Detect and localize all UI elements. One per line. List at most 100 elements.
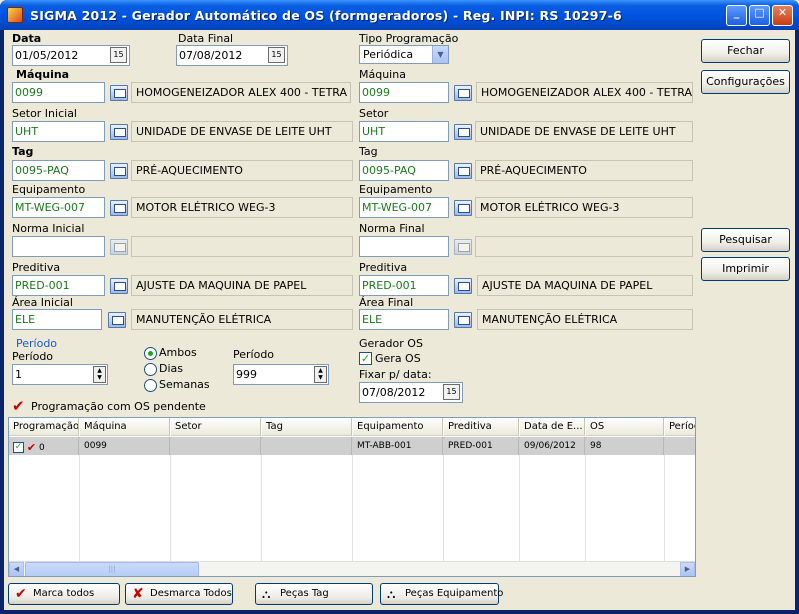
maquina-final-field[interactable]: 0099 [359, 82, 449, 103]
equipamento-final-label: Equipamento [359, 183, 433, 196]
preditiva-final-field[interactable]: PRED-001 [359, 275, 449, 296]
grid-header-preditiva[interactable]: Preditiva [444, 418, 519, 436]
grid-cell-setor [171, 437, 261, 455]
area-inicial-field[interactable]: ELE [12, 309, 102, 330]
lookup-icon[interactable] [110, 163, 128, 179]
calendar-icon[interactable]: 15 [268, 47, 285, 63]
marca-todos-button[interactable]: ✔ Marca todos [8, 583, 120, 605]
imprimir-button[interactable]: Imprimir [701, 257, 790, 281]
app-icon [7, 7, 23, 23]
data-final-label: Data Final [178, 32, 234, 45]
pecas-tag-button[interactable]: ⛬ Peças Tag [255, 583, 373, 605]
preditiva-inicial-label: Preditiva [12, 261, 61, 274]
grid-divider [664, 455, 665, 562]
tag-inicial-field[interactable]: 0095-PAQ [12, 160, 105, 181]
periodo-group-label: Período [16, 337, 58, 350]
lookup-icon[interactable] [454, 124, 472, 140]
grid-header-setor[interactable]: Setor [171, 418, 261, 436]
scroll-thumb[interactable]: ||| [25, 562, 199, 576]
lookup-icon[interactable] [454, 163, 472, 179]
scroll-left-icon[interactable]: ◀ [9, 562, 24, 576]
lookup-icon[interactable] [110, 278, 128, 294]
norma-final-desc [475, 236, 693, 257]
calendar-icon[interactable]: 15 [443, 384, 460, 400]
grid-divider [443, 455, 444, 562]
radio-ambos[interactable] [144, 347, 157, 360]
window-title: SIGMA 2012 - Gerador Automático de OS (f… [30, 8, 622, 23]
norma-final-field[interactable] [359, 236, 449, 257]
fixar-data-label: Fixar p/ data: [359, 368, 432, 381]
data-label: Data [12, 32, 42, 45]
equipamento-inicial-field[interactable]: MT-WEG-007 [12, 197, 105, 218]
grid-cell-maquina: 0099 [80, 437, 170, 455]
minimize-button[interactable]: _ [726, 5, 747, 26]
pecas-equipamento-button[interactable]: ⛬ Peças Equipamento [380, 583, 503, 605]
radio-dias-label: Dias [159, 362, 183, 375]
area-final-desc: MANUTENÇÃO ELÉTRICA [477, 309, 693, 330]
maximize-button[interactable]: □ [749, 5, 770, 26]
row-select-checkbox[interactable]: ✓ [13, 442, 24, 453]
radio-semanas[interactable] [144, 379, 157, 392]
lookup-icon[interactable] [110, 239, 128, 255]
lookup-icon[interactable] [454, 278, 472, 294]
tipo-programacao-select[interactable]: Periódica ▼ [359, 45, 449, 64]
periodo-spinner[interactable]: ▲ ▼ [93, 366, 106, 383]
grid-header-equipamento[interactable]: Equipamento [353, 418, 443, 436]
programacao-grid[interactable]: Programação Máquina Setor Tag Equipament… [8, 417, 696, 577]
grid-header-data[interactable]: Data de E... [520, 418, 585, 436]
setor-inicial-field[interactable]: UHT [12, 121, 105, 142]
scroll-right-icon[interactable]: ▶ [680, 562, 695, 576]
equipamento-inicial-label: Equipamento [12, 183, 86, 196]
pecas-tag-label: Peças Tag [280, 588, 329, 599]
checkmark-icon: ✔ [12, 397, 25, 415]
horizontal-scrollbar[interactable]: ◀ ||| ▶ [9, 561, 695, 576]
setor-inicial-desc: UNIDADE DE ENVASE DE LEITE UHT [131, 121, 353, 142]
grid-cell-preditiva: PRED-001 [444, 437, 519, 455]
maquina-final-desc: HOMOGENEIZADOR ALEX 400 - TETRA P [476, 82, 693, 103]
lookup-icon[interactable] [108, 312, 126, 328]
grid-cell-programacao[interactable]: ✓ ✔ 0 [9, 437, 79, 455]
fechar-button[interactable]: Fechar [701, 39, 790, 63]
desmarca-todos-label: Desmarca Todos [150, 588, 232, 599]
grid-header-tag[interactable]: Tag [262, 418, 352, 436]
equipamento-final-field[interactable]: MT-WEG-007 [359, 197, 449, 218]
preditiva-inicial-field[interactable]: PRED-001 [12, 275, 105, 296]
area-inicial-desc: MANUTENÇÃO ELÉTRICA [131, 309, 353, 330]
periodo2-spinner[interactable]: ▲ ▼ [314, 366, 327, 383]
table-row[interactable]: ✓ ✔ 0 0099 MT-ABB-001 PRED-001 09/06/201… [9, 437, 695, 455]
area-final-field[interactable]: ELE [359, 309, 449, 330]
grid-header-os[interactable]: OS [586, 418, 664, 436]
checkmark-icon: ✔ [15, 586, 27, 602]
pesquisar-button[interactable]: Pesquisar [701, 228, 790, 252]
preditiva-final-label: Preditiva [359, 261, 408, 274]
lookup-icon[interactable] [454, 239, 472, 255]
grid-header-maquina[interactable]: Máquina [80, 418, 170, 436]
close-button[interactable]: ✕ [772, 5, 793, 26]
title-bar[interactable]: SIGMA 2012 - Gerador Automático de OS (f… [0, 0, 799, 30]
setor-final-field[interactable]: UHT [359, 121, 449, 142]
lookup-icon[interactable] [454, 200, 472, 216]
tag-final-field[interactable]: 0095-PAQ [359, 160, 449, 181]
calendar-icon[interactable]: 15 [110, 47, 127, 63]
lookup-icon[interactable] [110, 85, 128, 101]
gera-os-checkbox[interactable]: ✓ [359, 352, 372, 365]
desmarca-todos-button[interactable]: ✘ Desmarca Todos [125, 583, 233, 605]
periodo-label: Período [12, 350, 54, 363]
setor-final-desc: UNIDADE DE ENVASE DE LEITE UHT [475, 121, 693, 142]
grid-divider [261, 455, 262, 562]
lookup-icon[interactable] [110, 124, 128, 140]
grid-header-periodo[interactable]: Período [665, 418, 695, 436]
grid-cell-data: 09/06/2012 [520, 437, 585, 455]
grid-cell-equipamento: MT-ABB-001 [353, 437, 443, 455]
radio-dias[interactable] [144, 363, 157, 376]
chevron-down-icon[interactable]: ▼ [432, 46, 448, 63]
radio-ambos-label: Ambos [159, 346, 197, 359]
lookup-icon[interactable] [454, 85, 472, 101]
radio-semanas-label: Semanas [159, 378, 210, 391]
norma-inicial-field[interactable] [12, 236, 105, 257]
grid-header-programacao[interactable]: Programação [9, 418, 79, 436]
configuracoes-button[interactable]: Configurações [701, 70, 790, 94]
lookup-icon[interactable] [454, 312, 472, 328]
lookup-icon[interactable] [110, 200, 128, 216]
maquina-inicial-field[interactable]: 0099 [12, 82, 105, 103]
